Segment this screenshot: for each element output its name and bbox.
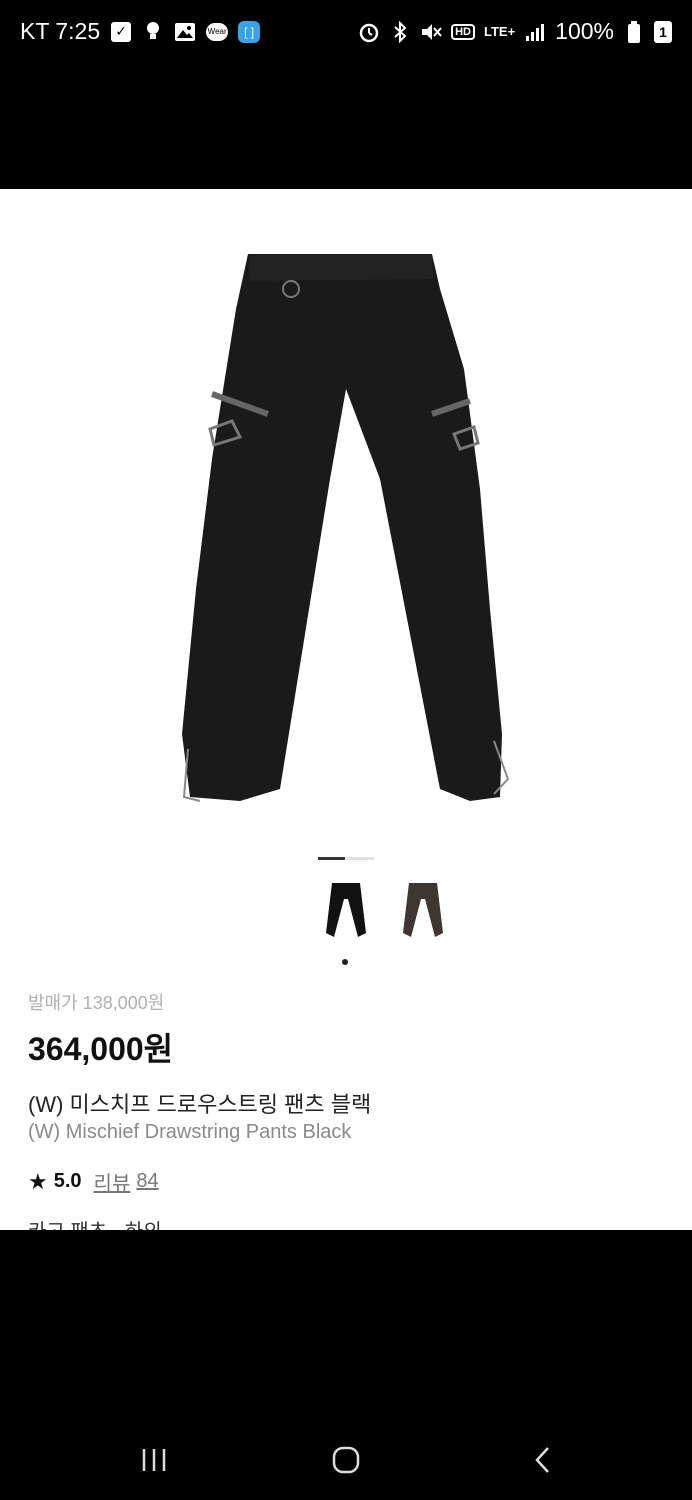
signal-icon xyxy=(524,21,546,43)
hd-icon: HD xyxy=(451,23,475,40)
battery-percent: 100% xyxy=(555,18,614,44)
product-title-english: (W) Mischief Drawstring Pants Black xyxy=(28,1121,352,1143)
lte-icon: LTE+ xyxy=(483,23,516,39)
release-price: 발매가 138,000원 xyxy=(28,993,165,1013)
alarm-icon xyxy=(358,21,380,43)
bulb-icon xyxy=(142,21,164,43)
carousel-indicator-inactive xyxy=(347,857,374,860)
carrier-time: KT 7:25 xyxy=(20,18,101,44)
variant-thumbnail-brown[interactable] xyxy=(397,879,449,959)
back-icon xyxy=(532,1445,552,1480)
product-title-korean: (W) 미스치프 드로우스트링 팬츠 블랙 xyxy=(28,1092,372,1117)
back-button[interactable] xyxy=(512,1442,572,1482)
status-right: HD LTE+ 100% 1 xyxy=(358,18,672,45)
selected-variant-dot xyxy=(342,959,348,965)
product-category[interactable]: 카고 팬츠 · 하의 xyxy=(28,1215,162,1230)
wear-icon: Wear xyxy=(206,21,229,43)
mute-icon xyxy=(420,21,442,43)
review-count[interactable]: 84 xyxy=(136,1170,158,1193)
gallery-icon xyxy=(174,21,196,43)
home-button[interactable] xyxy=(316,1442,376,1482)
home-icon xyxy=(331,1445,361,1480)
recents-icon xyxy=(140,1447,168,1478)
recents-button[interactable] xyxy=(124,1442,184,1482)
carousel-indicator xyxy=(318,857,374,860)
product-page: 발매가 138,000원 364,000원 (W) 미스치프 드로우스트링 팬츠… xyxy=(0,189,692,1230)
navigation-bar xyxy=(0,1230,692,1500)
status-bar: KT 7:25 ✓ Wear [ ] HD LTE+ 100% 1 xyxy=(0,0,692,189)
bluetooth-icon xyxy=(389,20,411,43)
battery-icon xyxy=(623,20,645,43)
star-icon: ★ xyxy=(28,1168,48,1194)
product-price: 364,000원 xyxy=(28,1031,174,1067)
review-link-label[interactable]: 리뷰 xyxy=(94,1167,131,1196)
carousel-indicator-active xyxy=(318,857,345,860)
product-image[interactable] xyxy=(0,189,692,839)
check-icon: ✓ xyxy=(110,21,132,43)
rating-row: ★ 5.0 리뷰 84 xyxy=(28,1167,159,1196)
variant-thumbnail-black[interactable] xyxy=(320,879,372,959)
wear-label: Wear xyxy=(206,22,229,41)
status-left: KT 7:25 ✓ Wear [ ] xyxy=(20,18,261,45)
rating-value: 5.0 xyxy=(53,1170,82,1192)
app-icon: [ ] xyxy=(238,20,261,43)
battery-badge: 1 xyxy=(654,20,672,43)
